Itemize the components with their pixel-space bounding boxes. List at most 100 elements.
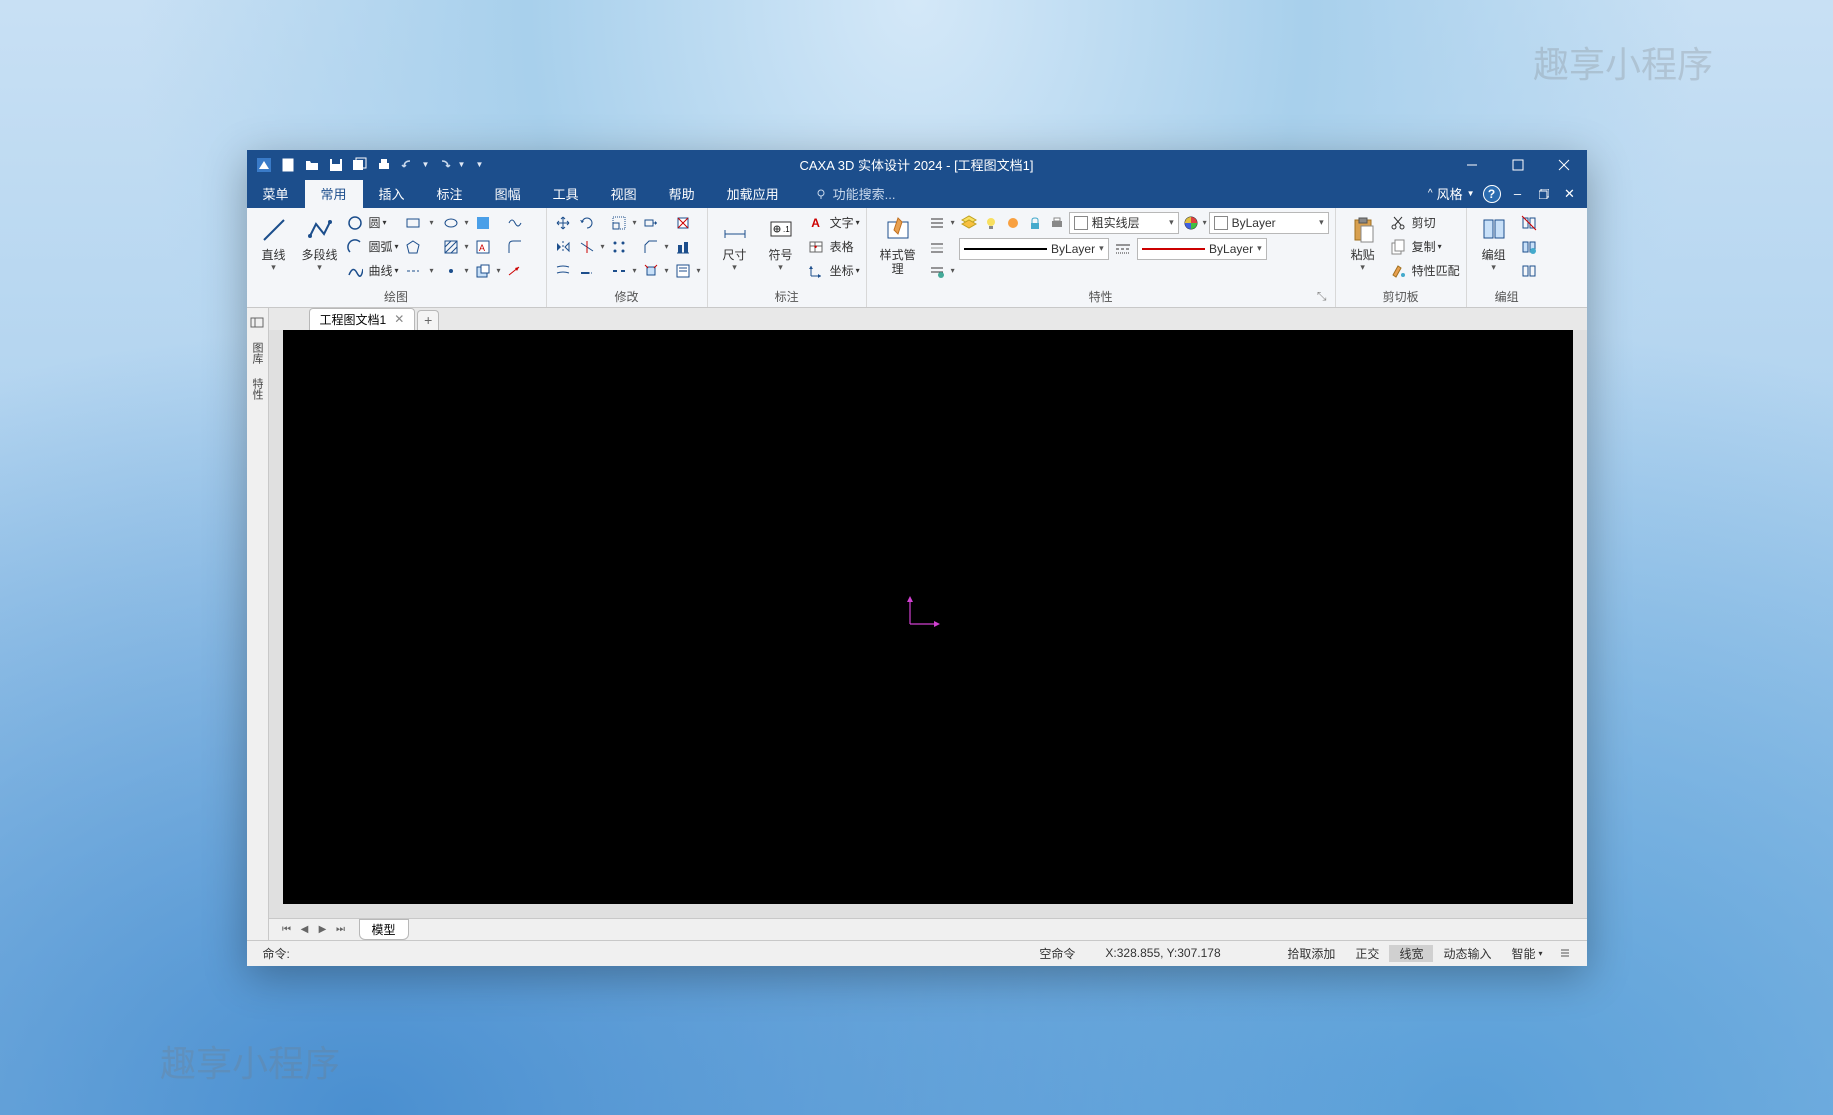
help-icon[interactable]: ? — [1483, 185, 1501, 203]
save-icon[interactable] — [325, 154, 347, 176]
ribbon-style[interactable]: ^ 风格 ▼ — [1428, 184, 1475, 203]
function-search[interactable]: 功能搜索... — [815, 180, 896, 208]
chamfer-icon[interactable] — [641, 237, 661, 257]
redo-icon[interactable] — [433, 154, 455, 176]
maximize-button[interactable] — [1495, 150, 1541, 180]
undo-dropdown-icon[interactable]: ▼ — [421, 154, 431, 176]
extend-icon[interactable] — [577, 261, 597, 281]
ellipse-icon[interactable] — [441, 213, 461, 233]
offset-icon[interactable] — [553, 261, 573, 281]
status-pick-add[interactable]: 拾取添加 — [1277, 945, 1345, 962]
match-props-button[interactable]: 特性匹配 — [1412, 262, 1460, 279]
trim-icon[interactable] — [577, 237, 597, 257]
ungroup-icon[interactable] — [1519, 213, 1539, 233]
tab-view[interactable]: 视图 — [595, 180, 653, 208]
curve-icon[interactable] — [345, 261, 365, 281]
panel-toggle-icon[interactable] — [247, 312, 267, 332]
line-button[interactable]: 直线▾ — [253, 212, 295, 275]
align-icon[interactable] — [673, 237, 693, 257]
tab-drawing[interactable]: 图幅 — [479, 180, 537, 208]
status-ortho[interactable]: 正交 — [1345, 945, 1389, 962]
open-file-icon[interactable] — [301, 154, 323, 176]
status-smart[interactable]: 智能 ▾ — [1501, 945, 1552, 962]
break-icon[interactable] — [609, 261, 629, 281]
arrow-icon[interactable] — [505, 261, 525, 281]
lightbulb-icon[interactable] — [981, 213, 1001, 233]
document-tab[interactable]: 工程图文档1 ✕ — [309, 308, 416, 330]
document-tab-close-icon[interactable]: ✕ — [394, 312, 404, 326]
erase-icon[interactable] — [673, 213, 693, 233]
copy-icon[interactable] — [1388, 237, 1408, 257]
table-button[interactable]: 表格 — [830, 238, 854, 255]
rotate-icon[interactable] — [577, 213, 597, 233]
paste-button[interactable]: 粘贴▾ — [1342, 212, 1384, 275]
match-props-icon[interactable] — [1388, 261, 1408, 281]
tab-common[interactable]: 常用 — [305, 180, 363, 208]
hatch-icon[interactable] — [441, 237, 461, 257]
print-icon[interactable] — [373, 154, 395, 176]
coord-button[interactable]: 坐标 ▾ — [830, 262, 860, 279]
plot-icon[interactable] — [1047, 213, 1067, 233]
dimension-button[interactable]: 尺寸▾ — [714, 212, 756, 275]
stretch-icon[interactable] — [641, 213, 661, 233]
color-wheel-icon[interactable] — [1181, 213, 1201, 233]
fillet-icon[interactable] — [505, 237, 525, 257]
explode-icon[interactable] — [641, 261, 661, 281]
tab-insert[interactable]: 插入 — [363, 180, 421, 208]
array-icon[interactable] — [609, 237, 629, 257]
scale-icon[interactable] — [609, 213, 629, 233]
sheet-next-icon[interactable]: ▶ — [315, 921, 331, 937]
curve-button[interactable]: 曲线 ▾ — [369, 262, 399, 279]
block-icon[interactable] — [473, 261, 493, 281]
layer-combo[interactable]: 粗实线层 ▾ — [1069, 212, 1179, 234]
arc-icon[interactable] — [345, 237, 365, 257]
group-button[interactable]: 编组▾ — [1473, 212, 1515, 275]
side-tab-library[interactable]: 图库 — [247, 338, 267, 368]
drawing-canvas[interactable] — [283, 330, 1573, 904]
doc-minimize-icon[interactable]: – — [1509, 185, 1527, 203]
group-edit-icon[interactable] — [1519, 237, 1539, 257]
centerline-icon[interactable] — [403, 261, 423, 281]
sheet-prev-icon[interactable]: ◀ — [297, 921, 313, 937]
doc-restore-icon[interactable] — [1535, 185, 1553, 203]
linetype-icon[interactable] — [1113, 239, 1133, 259]
symbol-button[interactable]: .1 符号▾ — [760, 212, 802, 275]
doc-close-icon[interactable]: ✕ — [1561, 185, 1579, 203]
sheet-last-icon[interactable]: ⏭ — [333, 921, 349, 937]
group-manager-icon[interactable] — [1519, 261, 1539, 281]
color-combo[interactable]: ByLayer ▾ — [1209, 212, 1329, 234]
circle-icon[interactable] — [345, 213, 365, 233]
coord-icon[interactable] — [806, 261, 826, 281]
save-all-icon[interactable] — [349, 154, 371, 176]
text-icon[interactable]: A — [806, 213, 826, 233]
new-file-icon[interactable] — [277, 154, 299, 176]
fill-icon[interactable] — [473, 213, 493, 233]
qat-customize-icon[interactable]: ▼ — [469, 154, 491, 176]
polyline-button[interactable]: 多段线▾ — [299, 212, 341, 275]
polygon-icon[interactable] — [403, 237, 423, 257]
tab-addons[interactable]: 加载应用 — [711, 180, 795, 208]
cut-button[interactable]: 剪切 — [1412, 214, 1436, 231]
style-manager-button[interactable]: 样式管理 — [873, 212, 923, 278]
lock-icon[interactable] — [1025, 213, 1045, 233]
table-icon[interactable]: • — [806, 237, 826, 257]
tab-tools[interactable]: 工具 — [537, 180, 595, 208]
point-icon[interactable] — [441, 261, 461, 281]
drop-icon[interactable]: ▾ — [427, 213, 437, 233]
layer-props-icon[interactable] — [959, 213, 979, 233]
circle-button[interactable]: 圆 ▾ — [369, 214, 387, 231]
group-launcher-icon[interactable]: ⤡ — [1315, 289, 1329, 303]
redo-dropdown-icon[interactable]: ▼ — [457, 154, 467, 176]
arc-button[interactable]: 圆弧 ▾ — [369, 238, 399, 255]
status-dynamic-input[interactable]: 动态输入 — [1433, 945, 1501, 962]
add-document-tab[interactable]: + — [417, 310, 439, 330]
tab-annotate[interactable]: 标注 — [421, 180, 479, 208]
linetype-combo[interactable]: ByLayer ▾ — [1137, 238, 1267, 260]
minimize-button[interactable] — [1449, 150, 1495, 180]
text-button[interactable]: 文字 ▾ — [830, 214, 860, 231]
undo-icon[interactable] — [397, 154, 419, 176]
tab-help[interactable]: 帮助 — [653, 180, 711, 208]
status-more-icon[interactable] — [1553, 947, 1577, 959]
sheet-first-icon[interactable]: ⏮ — [279, 921, 295, 937]
layer-list-icon[interactable] — [927, 213, 947, 233]
